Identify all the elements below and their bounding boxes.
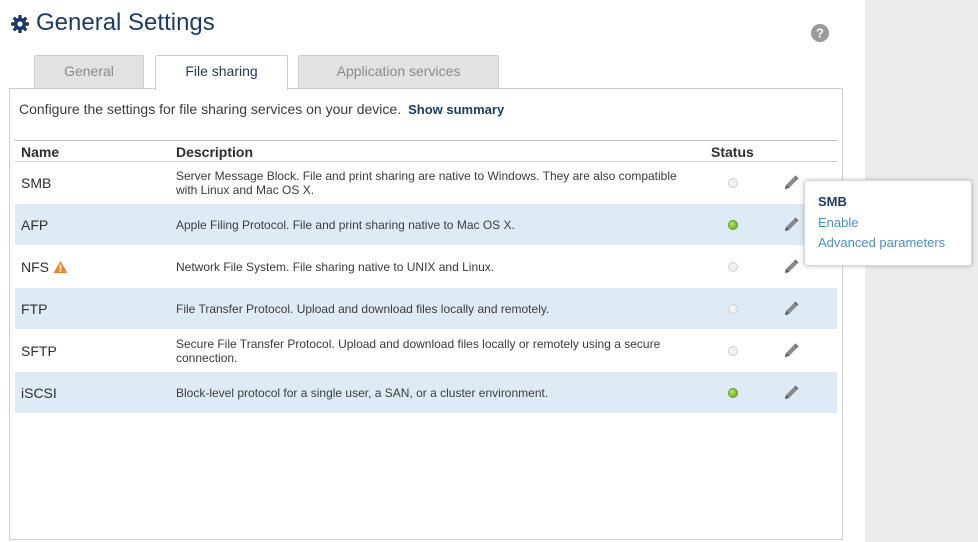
page-header: General Settings ? [10,9,850,46]
table-header: Name Description Status [15,140,837,162]
tab-file-sharing[interactable]: File sharing [155,55,288,90]
intro-text: Configure the settings for file sharing … [19,101,504,117]
warning-icon [53,260,68,274]
smb-context-menu: SMB Enable Advanced parameters [804,180,972,266]
pencil-icon[interactable] [781,215,801,235]
menu-title: SMB [818,194,847,209]
column-name: Name [21,144,60,160]
menu-item-enable[interactable]: Enable [818,215,858,230]
table-row-smb: SMB Server Message Block. File and print… [15,162,837,204]
pencil-icon[interactable] [781,173,801,193]
side-panel [865,0,978,542]
page-title: General Settings [36,9,215,36]
gear-icon [11,15,29,33]
status-indicator [728,220,738,230]
pencil-icon[interactable] [781,383,801,403]
service-name-cell: NFS [21,246,68,288]
status-indicator [728,346,738,356]
table-row-iscsi: iSCSI Block-level protocol for a single … [15,372,837,414]
service-description: File Transfer Protocol. Upload and downl… [176,302,550,316]
pencil-icon[interactable] [781,341,801,361]
intro-label: Configure the settings for file sharing … [19,101,402,117]
column-description: Description [176,144,254,160]
table-row-ftp: FTP File Transfer Protocol. Upload and d… [15,288,837,330]
status-indicator [728,178,738,188]
service-name: AFP [21,217,49,233]
table-row-nfs: NFS Network File System. File sharing na… [15,246,837,288]
service-name: FTP [21,301,48,317]
pencil-icon[interactable] [781,257,801,277]
services-table: Name Description Status SMB Server Messa… [15,140,837,414]
table-row-sftp: SFTP Secure File Transfer Protocol. Uplo… [15,330,837,372]
service-name: SMB [21,175,52,191]
service-description: Server Message Block. File and print sha… [176,169,677,197]
status-indicator [728,304,738,314]
pencil-icon[interactable] [781,299,801,319]
status-indicator [728,388,738,398]
table-row-afp: AFP Apple Filing Protocol. File and prin… [15,204,837,246]
service-description: Secure File Transfer Protocol. Upload an… [176,337,661,365]
service-name: NFS [21,259,49,275]
service-name: SFTP [21,343,57,359]
show-summary-link[interactable]: Show summary [408,102,504,117]
service-description: Network File System. File sharing native… [176,260,495,274]
status-indicator [728,262,738,272]
help-icon[interactable]: ? [810,23,830,43]
menu-item-advanced-parameters[interactable]: Advanced parameters [818,235,945,250]
service-description: Block-level protocol for a single user, … [176,386,549,400]
file-sharing-panel: Configure the settings for file sharing … [9,88,843,540]
tab-general[interactable]: General [34,55,144,89]
svg-text:?: ? [816,26,824,41]
tab-application-services[interactable]: Application services [298,55,499,89]
column-status: Status [711,144,754,160]
service-description: Apple Filing Protocol. File and print sh… [176,218,515,232]
service-name: iSCSI [21,385,57,401]
